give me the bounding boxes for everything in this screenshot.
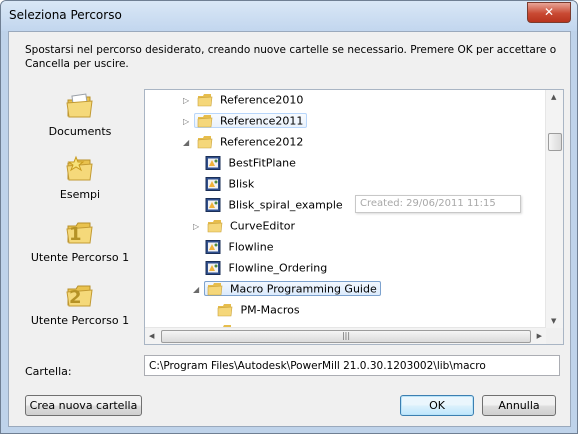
scroll-right-arrow-icon[interactable]: ▶ <box>537 332 542 340</box>
place-utente-percorso-1[interactable]: 1 Utente Percorso 1 <box>25 216 135 264</box>
vertical-scroll-thumb[interactable] <box>548 133 562 151</box>
expand-arrow-icon[interactable]: ▷ <box>183 91 193 110</box>
tree-item-reference2010[interactable]: ▷ Reference2010 <box>183 90 303 109</box>
tree-item-label: Reference2010 <box>220 93 304 107</box>
collapse-arrow-icon[interactable]: ◢ <box>183 133 193 152</box>
dialog-window: Seleziona Percorso ✕ Spostarsi nel perco… <box>0 0 578 434</box>
ok-button[interactable]: OK <box>400 395 474 416</box>
scroll-up-arrow-icon[interactable]: ▲ <box>551 93 556 101</box>
user-path-2-folder-icon: 2 <box>66 285 93 308</box>
place-esempi[interactable]: Esempi <box>25 153 135 201</box>
tree-item-label: Reference2012 <box>220 135 304 149</box>
horizontal-scroll-thumb[interactable]: ||| <box>161 330 531 343</box>
place-documents[interactable]: Documents <box>25 90 135 138</box>
macro-file-icon <box>205 198 221 212</box>
scroll-down-arrow-icon[interactable]: ▼ <box>551 317 556 325</box>
close-button[interactable]: ✕ <box>527 2 571 23</box>
tree-item-curveeditor[interactable]: ▷ CurveEditor <box>193 216 295 235</box>
folder-icon <box>197 94 212 107</box>
tree-item-label: Macro Programming Guide <box>230 282 377 296</box>
tree-item-macro-programming-guide[interactable]: ◢ Macro Programming Guide <box>193 279 381 298</box>
place-label: Esempi <box>59 188 101 201</box>
documents-folder-icon <box>66 93 93 118</box>
folder-icon <box>217 304 233 317</box>
tree-item-flowline-ordering[interactable]: Flowline_Ordering <box>205 258 327 277</box>
horizontal-scrollbar[interactable]: ◀ ||| ▶ <box>145 327 546 344</box>
tree-item-label: Flowline_Ordering <box>228 261 328 275</box>
folder-icon <box>197 115 212 128</box>
tree-item-bestfitplane[interactable]: BestFitPlane <box>205 153 296 172</box>
folder-label: Cartella: <box>25 365 72 378</box>
place-label: Utente Percorso 1 <box>30 251 130 264</box>
svg-text:1: 1 <box>69 224 82 245</box>
tree-item-label: BestFitPlane <box>228 156 296 170</box>
tree-item-reference2012[interactable]: ◢ Reference2012 <box>183 132 303 151</box>
title-bar[interactable]: Seleziona Percorso ✕ <box>1 1 577 31</box>
dialog-body: Spostarsi nel percorso desiderato, crean… <box>8 31 571 427</box>
folder-icon <box>207 220 222 233</box>
instructions-text: Spostarsi nel percorso desiderato, crean… <box>25 44 557 70</box>
expand-arrow-icon[interactable]: ▷ <box>183 112 193 131</box>
folder-path-field[interactable]: C:\Program Files\Autodesk\PowerMill 21.0… <box>144 355 560 376</box>
macro-file-icon <box>205 240 221 254</box>
place-label: Utente Percorso 1 <box>30 314 130 327</box>
macro-file-icon <box>205 177 221 191</box>
star-folder-icon <box>66 155 93 181</box>
place-label: Documents <box>48 125 112 138</box>
hover-highlight[interactable]: Reference2011 <box>193 113 308 128</box>
selection-highlight[interactable]: Macro Programming Guide <box>203 281 381 296</box>
user-path-1-folder-icon: 1 <box>66 222 93 245</box>
tree-item-label: Flowline <box>228 240 274 254</box>
folder-tree[interactable]: ▷ Reference2010 ▷ Reference2011 ◢ Refere… <box>144 89 564 345</box>
scrollbar-corner <box>546 328 563 344</box>
cancel-button[interactable]: Annulla <box>482 395 556 416</box>
macro-file-icon <box>205 156 221 170</box>
tree-items: ▷ Reference2010 ▷ Reference2011 ◢ Refere… <box>145 90 546 328</box>
svg-text:2: 2 <box>69 287 82 308</box>
tree-item-blisk-spiral-example[interactable]: Blisk_spiral_example <box>205 195 343 214</box>
tree-item-label: Reference2011 <box>220 114 304 128</box>
place-utente-percorso-2[interactable]: 2 Utente Percorso 1 <box>25 279 135 327</box>
collapse-arrow-icon[interactable]: ◢ <box>193 280 203 299</box>
tree-item-label: CurveEditor <box>230 219 296 233</box>
tree-item-label: Blisk_spiral_example <box>228 198 343 212</box>
scroll-left-arrow-icon[interactable]: ◀ <box>149 332 154 340</box>
tooltip: Created: 29/06/2011 11:15 <box>355 195 521 213</box>
tree-item-blisk[interactable]: Blisk <box>205 174 254 193</box>
create-new-folder-button[interactable]: Crea nuova cartella <box>25 395 142 416</box>
tree-item-pm-macros[interactable]: PM-Macros <box>217 300 300 319</box>
tree-item-label: Blisk <box>228 177 255 191</box>
expand-arrow-icon[interactable]: ▷ <box>193 217 203 236</box>
open-folder-icon <box>197 136 212 149</box>
tree-item-flowline[interactable]: Flowline <box>205 237 273 256</box>
vertical-scrollbar[interactable]: ▲ ▼ <box>545 90 563 328</box>
tree-item-label: PM-Macros <box>240 303 300 317</box>
dialog-title: Seleziona Percorso <box>9 8 122 22</box>
macro-file-icon <box>205 261 221 275</box>
tree-item-reference2011[interactable]: ▷ Reference2011 <box>183 111 308 131</box>
open-folder-icon <box>207 283 222 296</box>
